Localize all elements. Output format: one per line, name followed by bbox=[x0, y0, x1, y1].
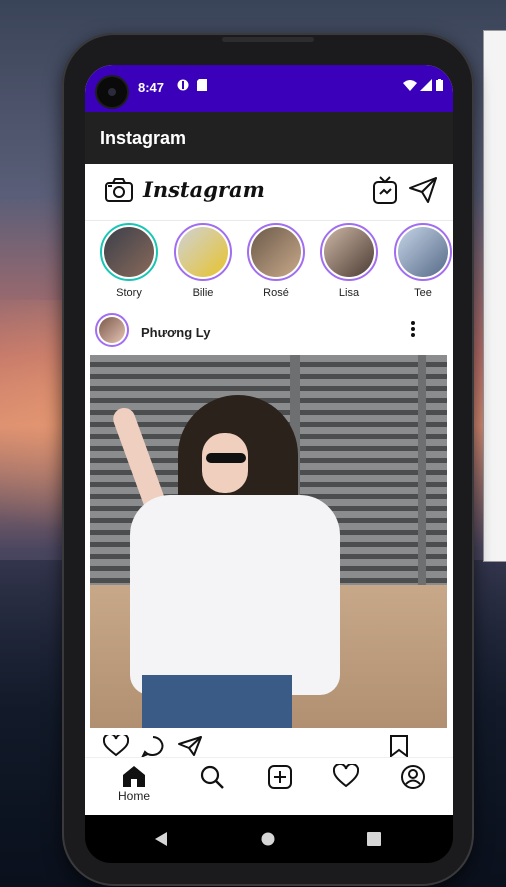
comment-icon[interactable] bbox=[140, 735, 167, 759]
stories-tray: Story Bilie Rosé Lisa Tee bbox=[85, 223, 453, 309]
igtv-icon[interactable] bbox=[372, 175, 402, 205]
instagram-header: Instagram bbox=[85, 164, 453, 221]
story-label: Story bbox=[116, 287, 142, 299]
nav-profile[interactable] bbox=[383, 764, 443, 790]
more-options-icon[interactable] bbox=[403, 319, 423, 343]
post-username[interactable]: Phương Ly bbox=[141, 325, 210, 340]
search-icon bbox=[200, 765, 224, 789]
heart-icon bbox=[333, 764, 359, 788]
add-post-icon bbox=[268, 765, 292, 789]
instagram-logo: Instagram bbox=[143, 177, 265, 202]
sd-card-icon bbox=[197, 79, 207, 94]
story-item[interactable]: Bilie bbox=[171, 223, 235, 299]
post-avatar[interactable] bbox=[95, 313, 129, 347]
story-ring bbox=[320, 223, 378, 281]
signal-icon bbox=[420, 79, 432, 94]
status-time: 8:47 bbox=[138, 80, 165, 95]
nav-search[interactable] bbox=[182, 764, 242, 790]
save-icon[interactable] bbox=[388, 735, 414, 759]
story-label: Bilie bbox=[192, 287, 214, 299]
post-header: Phương Ly bbox=[85, 311, 453, 353]
story-label: Lisa bbox=[338, 287, 360, 299]
nav-add-post[interactable] bbox=[250, 764, 310, 790]
post-image[interactable] bbox=[90, 355, 447, 728]
story-label: Tee bbox=[414, 287, 432, 299]
camera-icon[interactable] bbox=[104, 177, 134, 207]
wifi-icon bbox=[403, 79, 417, 94]
status-bar: 8:47 bbox=[85, 65, 453, 112]
story-item[interactable]: Rosé bbox=[244, 223, 308, 299]
front-camera bbox=[97, 77, 127, 107]
bottom-navigation: Home bbox=[85, 757, 453, 815]
story-label: Rosé bbox=[263, 287, 289, 299]
story-ring bbox=[174, 223, 232, 281]
like-icon[interactable] bbox=[102, 732, 130, 759]
story-ring bbox=[247, 223, 305, 281]
story-avatar bbox=[178, 227, 228, 277]
background-window bbox=[483, 30, 506, 562]
story-item[interactable]: Tee bbox=[391, 223, 453, 299]
post-actions bbox=[85, 732, 453, 759]
app-bar: Instagram bbox=[85, 112, 453, 164]
profile-icon bbox=[401, 765, 425, 789]
nav-home-label: Home bbox=[117, 789, 150, 803]
phone-screen: 8:47 Instagram Instagram Story Bilie Ros… bbox=[85, 65, 453, 815]
story-ring bbox=[394, 223, 452, 281]
share-icon[interactable] bbox=[177, 735, 203, 759]
home-button-icon[interactable] bbox=[261, 832, 275, 851]
story-avatar bbox=[104, 227, 154, 277]
recents-icon[interactable] bbox=[367, 832, 381, 851]
system-navigation-bar bbox=[85, 815, 453, 863]
home-icon bbox=[123, 766, 145, 787]
photo-subject-shirt bbox=[130, 495, 340, 695]
story-avatar bbox=[324, 227, 374, 277]
notification-icon bbox=[177, 79, 189, 94]
direct-message-icon[interactable] bbox=[408, 176, 438, 206]
photo-subject-sunglasses bbox=[206, 453, 246, 463]
nav-home[interactable]: Home bbox=[104, 764, 164, 803]
back-icon[interactable] bbox=[153, 831, 169, 852]
story-own[interactable]: Story bbox=[97, 223, 161, 299]
photo-subject-face bbox=[202, 433, 248, 493]
photo-subject-jeans bbox=[142, 675, 292, 728]
app-title: Instagram bbox=[100, 128, 187, 148]
story-avatar bbox=[251, 227, 301, 277]
phone-speaker bbox=[222, 37, 314, 42]
story-ring bbox=[100, 223, 158, 281]
nav-activity[interactable] bbox=[316, 764, 376, 788]
story-avatar bbox=[398, 227, 448, 277]
story-item[interactable]: Lisa bbox=[317, 223, 381, 299]
battery-icon bbox=[436, 79, 443, 94]
